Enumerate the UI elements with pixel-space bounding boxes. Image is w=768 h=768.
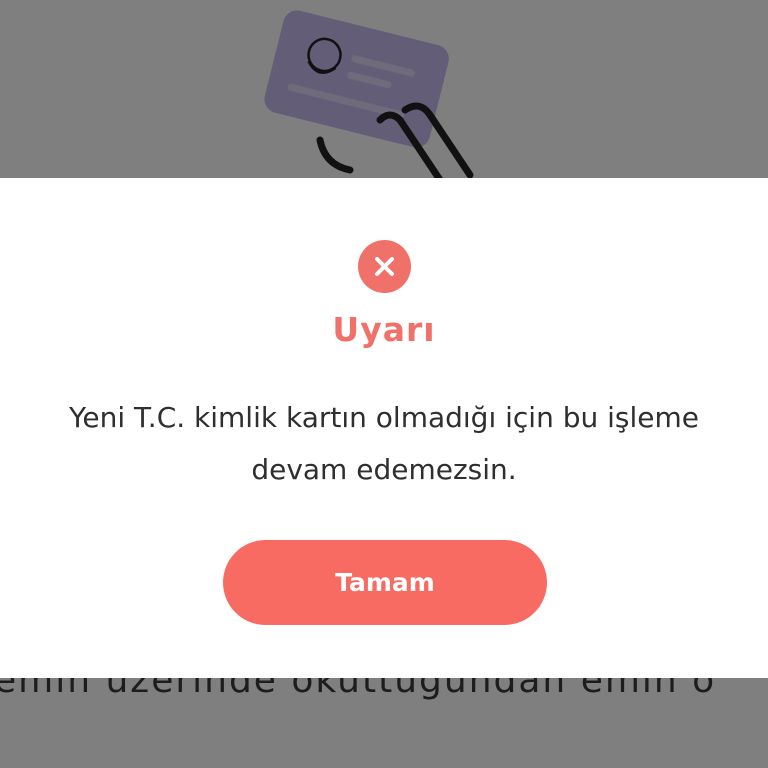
dialog-title: Uyarı <box>332 310 436 349</box>
screen: emin üzerinde okuttuğundan emin o Uyarı … <box>0 0 768 768</box>
alert-dialog: Uyarı Yeni T.C. kimlik kartın olmadığı i… <box>0 178 768 678</box>
close-icon-glyph <box>375 257 394 276</box>
close-icon <box>358 240 411 293</box>
ok-button[interactable]: Tamam <box>223 540 547 625</box>
dialog-message: Yeni T.C. kimlik kartın olmadığı için bu… <box>68 401 700 486</box>
